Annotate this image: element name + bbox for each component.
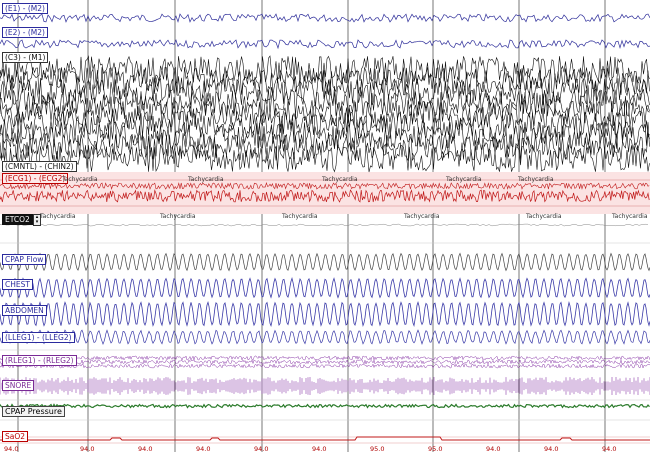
- abdomen-trace: [0, 301, 650, 328]
- chest-trace: [0, 276, 650, 299]
- event-tachycardia[interactable]: Tachycardia: [518, 176, 554, 183]
- sao2-value: 94.0: [544, 445, 559, 453]
- event-tachycardia[interactable]: Tachycardia: [446, 176, 482, 183]
- eog-trace: [0, 39, 650, 50]
- channel-label-e1[interactable]: (E1) - (M2): [2, 3, 48, 14]
- sao2-value: 94.0: [196, 445, 211, 453]
- channel-label-c3[interactable]: (C3) - (M1): [2, 52, 49, 63]
- event-tachycardia[interactable]: Tachycardia: [282, 213, 318, 220]
- event-tachycardia[interactable]: Tachycardia: [188, 176, 224, 183]
- sao2-value: 94.0: [312, 445, 327, 453]
- sao2-value: 94.0: [602, 445, 617, 453]
- channel-label-chest[interactable]: CHEST: [2, 279, 33, 290]
- channel-label-etco2[interactable]: ETCO2: [2, 214, 33, 225]
- sao2-value: 95.0: [428, 445, 443, 453]
- sao2-value: 94.0: [254, 445, 269, 453]
- sao2-value: 94.0: [486, 445, 501, 453]
- eeg-trace: [0, 143, 650, 173]
- channel-label-abdomen[interactable]: ABDOMEN: [2, 305, 47, 316]
- eog-trace: [0, 13, 650, 23]
- sao2-value: 94.0: [138, 445, 153, 453]
- channel-label-leg-right[interactable]: (RLEG1) - (RLEG2): [2, 355, 77, 366]
- eeg-trace: [0, 55, 650, 85]
- channel-label-e2[interactable]: (E2) - (M2): [2, 27, 48, 38]
- leg-right-trace: [0, 359, 650, 365]
- channel-label-mentalis[interactable]: (CMNTL) - (CHIN2): [2, 161, 77, 172]
- channel-label-ecg[interactable]: (ECG1) - (ECG2): [2, 173, 69, 184]
- event-tachycardia[interactable]: Tachycardia: [612, 213, 648, 220]
- channel-label-snore[interactable]: SNORE: [2, 380, 35, 391]
- channel-label-cpap-flow[interactable]: CPAP Flow: [2, 254, 47, 265]
- cpap-flow-trace: [0, 252, 650, 272]
- event-tachycardia[interactable]: Tachycardia: [160, 213, 196, 220]
- polysomnography-viewer: (E1) - (M2) (E2) - (M2) (C3) - (M1) (CMN…: [0, 0, 650, 461]
- event-tachycardia[interactable]: Tachycardia: [62, 176, 98, 183]
- trace-canvas: [0, 0, 650, 452]
- channel-label-sao2[interactable]: SaO2: [2, 431, 29, 442]
- event-tachycardia[interactable]: Tachycardia: [526, 213, 562, 220]
- epoch-gridlines: [0, 0, 650, 452]
- event-tachycardia[interactable]: Tachycardia: [322, 176, 358, 183]
- sao2-line: [0, 436, 650, 441]
- event-tachycardia[interactable]: Tachycardia: [404, 213, 440, 220]
- sao2-value: 95.0: [370, 445, 385, 453]
- leg-right-trace: [0, 363, 650, 369]
- cpap-pressure-trace: [0, 403, 650, 409]
- event-tachycardia[interactable]: Tachycardia: [40, 213, 76, 220]
- leg-trace: [0, 329, 650, 346]
- sao2-value: 94.0: [80, 445, 95, 453]
- etco2-trace: [0, 223, 649, 227]
- sao2-value: 94.0: [4, 445, 19, 453]
- channel-label-cpap-pressure[interactable]: CPAP Pressure: [2, 406, 65, 417]
- leg-right-trace: [0, 355, 650, 361]
- channel-label-leg-left[interactable]: (LLEG1) - (LLEG2): [2, 332, 75, 343]
- sao2-trace: [0, 436, 650, 441]
